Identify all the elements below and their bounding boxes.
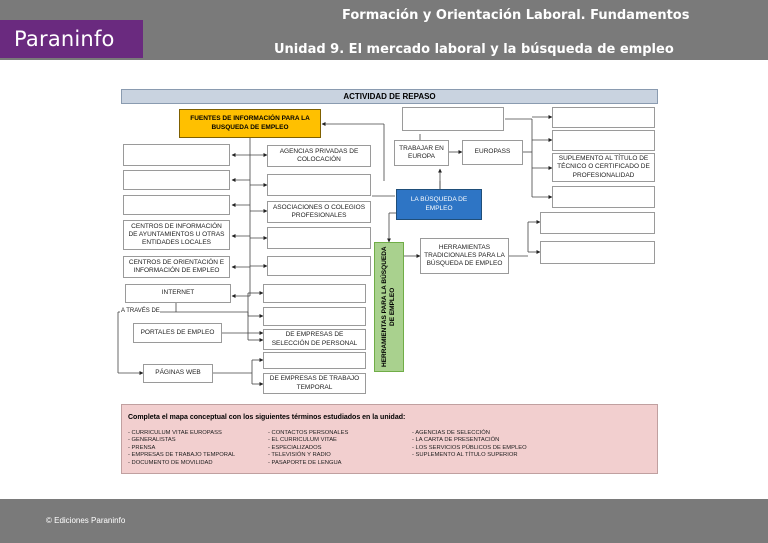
term-item: - PASAPORTE DE LENGUA: [268, 459, 342, 466]
blank-box-right-2[interactable]: [552, 130, 655, 151]
blank-box-mid-1[interactable]: [267, 174, 371, 196]
term-item: - EL CURRICULUM VITAE: [268, 437, 337, 444]
paginas-node: PÁGINAS WEB: [143, 364, 213, 383]
blank-box-mid-2[interactable]: [267, 227, 371, 249]
blank-box-left-1[interactable]: [123, 144, 230, 166]
term-item: - CONTACTOS PERSONALES: [268, 430, 349, 436]
asociaciones-node: ASOCIACIONES O COLEGIOS PROFESIONALES: [267, 201, 371, 223]
term-item: - PRENSA: [128, 444, 156, 451]
copyright-text: © Ediciones Paraninfo: [46, 516, 126, 525]
term-item: - SUPLEMENTO AL TÍTULO SUPERIOR: [412, 452, 518, 459]
blank-box-right-5[interactable]: [540, 241, 655, 264]
center-node: LA BÚSQUEDA DE EMPLEO: [396, 189, 482, 220]
term-item: - DOCUMENTO DE MOVILIDAD: [128, 459, 213, 466]
internet-node: INTERNET: [125, 284, 231, 303]
blank-box-mid-6[interactable]: [263, 352, 366, 369]
tools-node: HERRAMIENTAS PARA LA BÚSQUEDA DE EMPLEO: [374, 242, 404, 372]
terms-panel: Completa el mapa conceptual con los sigu…: [121, 404, 658, 474]
temporal-node: DE EMPRESAS DE TRABAJO TEMPORAL: [263, 373, 366, 394]
blank-box-right-1[interactable]: [552, 107, 655, 128]
blank-box-right-3[interactable]: [552, 186, 655, 208]
term-item: - GENERALISTAS: [128, 437, 176, 444]
term-item: - EMPRESAS DE TRABAJO TEMPORAL: [128, 452, 236, 459]
instructions-text: Completa el mapa conceptual con los sigu…: [128, 414, 406, 421]
portales-node: PORTALES DE EMPLEO: [133, 323, 222, 343]
centros-orient-node: CENTROS DE ORIENTACIÓN E INFORMACIÓN DE …: [123, 256, 230, 278]
blank-box-left-2[interactable]: [123, 170, 230, 190]
suplemento-node: SUPLEMENTO AL TÍTULO DE TÉCNICO O CERTIF…: [552, 153, 655, 182]
term-item: - LA CARTA DE PRESENTACIÓN: [412, 437, 500, 444]
term-item: - CURRICULUM VITAE EUROPASS: [128, 430, 222, 436]
blank-box-mid-4[interactable]: [263, 284, 366, 303]
agencias-node: AGENCIAS PRIVADAS DE COLOCACIÓN: [267, 145, 371, 167]
trabajar-node: TRABAJAR EN EUROPA: [394, 140, 449, 166]
blank-box-left-3[interactable]: [123, 195, 230, 215]
blank-box-mid-3[interactable]: [267, 256, 371, 276]
sources-node: FUENTES DE INFORMACIÓN PARA LA BUSQUEDA …: [179, 109, 321, 138]
blank-box-mid-5[interactable]: [263, 307, 366, 326]
terms-column-3: - AGENCIAS DE SELECCIÓN - LA CARTA DE PR…: [412, 430, 527, 460]
terms-column-1: - CURRICULUM VITAE EUROPASS - GENERALIST…: [128, 430, 235, 467]
centros-info-node: CENTROS DE INFORMACIÓN DE AYUNTAMIENTOS …: [123, 220, 230, 250]
tradicionales-node: HERRAMIENTAS TRADICIONALES PARA LA BÚSQU…: [420, 238, 509, 274]
blank-box-right-4[interactable]: [540, 212, 655, 234]
blank-box-right-top[interactable]: [402, 107, 504, 131]
term-item: - TELEVISIÓN Y RADIO: [268, 452, 331, 459]
terms-column-2: - CONTACTOS PERSONALES - EL CURRICULUM V…: [268, 430, 348, 467]
tools-label: HERRAMIENTAS PARA LA BÚSQUEDA DE EMPLEO: [380, 246, 396, 368]
seleccion-node: DE EMPRESAS DE SELECCIÓN DE PERSONAL: [263, 329, 366, 350]
europass-node: EUROPASS: [462, 140, 523, 165]
a-traves-label: A TRAVÉS DE: [121, 308, 160, 314]
